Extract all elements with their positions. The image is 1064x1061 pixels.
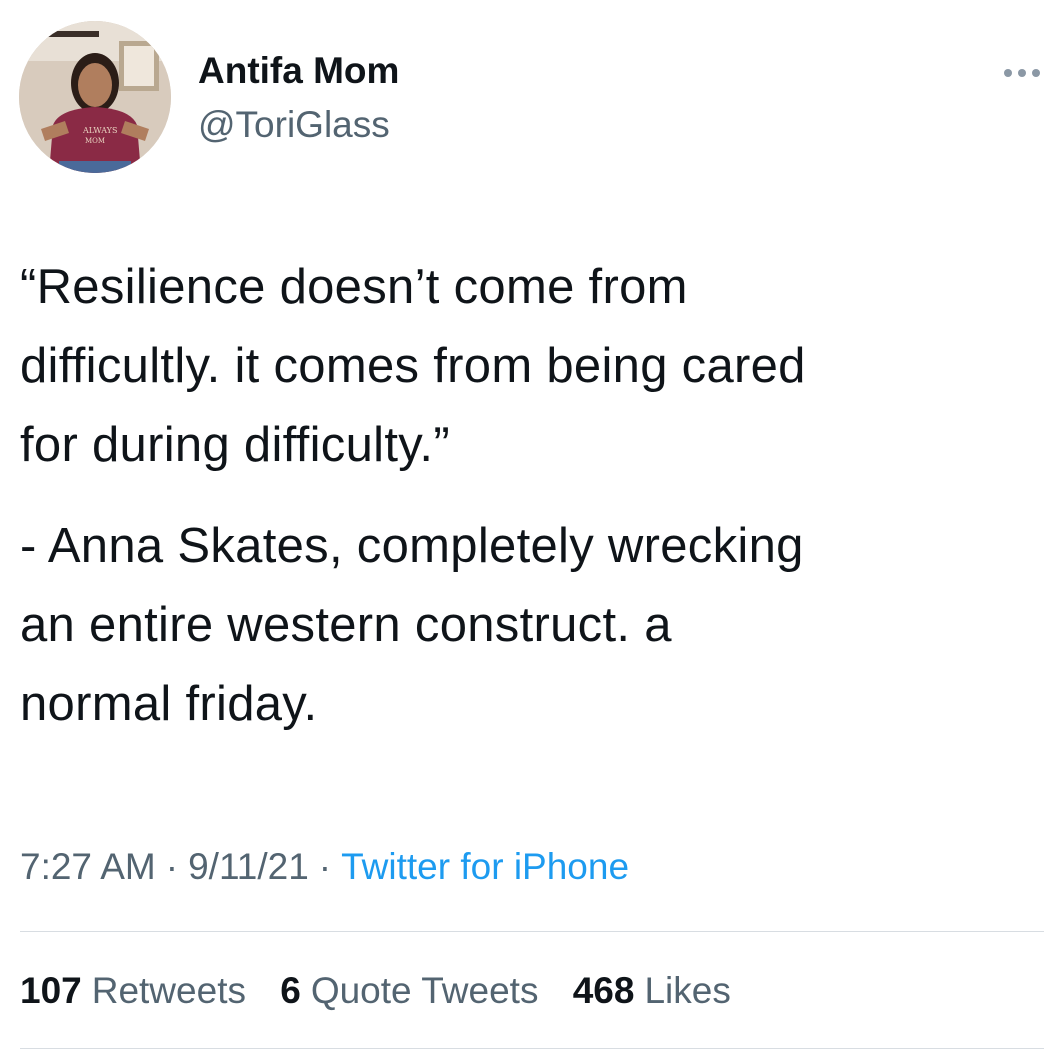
retweets-stat[interactable]: 107 Retweets [20, 967, 246, 1015]
divider [20, 1048, 1044, 1049]
avatar[interactable]: ALWAYS MOM [19, 21, 171, 173]
more-dots-icon[interactable] [1000, 62, 1044, 84]
profile-photo-avatar: ALWAYS MOM [19, 21, 171, 173]
meta-separator: · [165, 846, 179, 887]
author-handle[interactable]: @ToriGlass [198, 102, 390, 148]
likes-count: 468 [572, 970, 635, 1011]
svg-text:MOM: MOM [85, 137, 105, 145]
meta-separator: · [318, 846, 332, 887]
retweets-label: Retweets [91, 970, 246, 1011]
quote-tweets-stat[interactable]: 6 Quote Tweets [280, 967, 538, 1015]
engagement-stats: 107 Retweets 6 Quote Tweets 468 Likes [20, 967, 755, 1015]
svg-text:ALWAYS: ALWAYS [82, 126, 117, 135]
tweet-body: “Resilience doesn’t come from difficultl… [20, 248, 1050, 744]
tweet-time[interactable]: 7:27 AM [20, 846, 156, 887]
likes-stat[interactable]: 468 Likes [573, 967, 731, 1015]
author-display-name[interactable]: Antifa Mom [198, 48, 399, 94]
tweet-source-link[interactable]: Twitter for iPhone [341, 846, 629, 887]
tweet-paragraph: “Resilience doesn’t come from difficultl… [20, 260, 806, 472]
tweet-paragraph: - Anna Skates, completely wrecking an en… [20, 519, 804, 731]
likes-label: Likes [644, 970, 731, 1011]
quote-tweets-label: Quote Tweets [310, 970, 539, 1011]
quote-tweets-count: 6 [280, 970, 301, 1011]
retweets-count: 107 [20, 970, 82, 1011]
divider [20, 931, 1044, 932]
tweet-metadata: 7:27 AM · 9/11/21 · Twitter for iPhone [20, 843, 629, 891]
tweet-date[interactable]: 9/11/21 [188, 846, 309, 887]
